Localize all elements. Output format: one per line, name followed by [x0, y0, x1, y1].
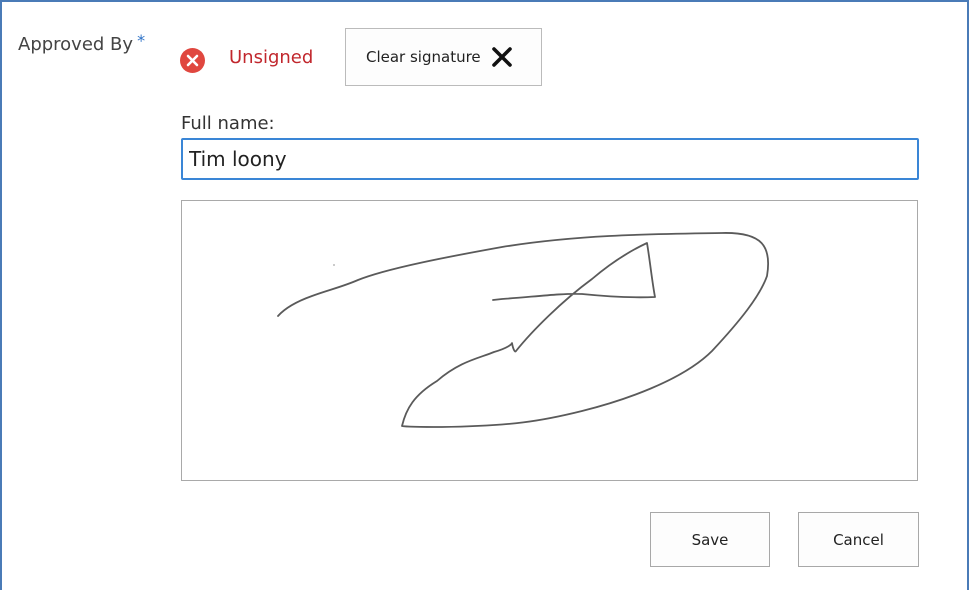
clear-signature-button[interactable]: Clear signature	[345, 28, 542, 86]
signature-pad[interactable]	[181, 200, 918, 481]
field-label-text: Approved By	[18, 34, 134, 55]
close-x-icon	[491, 46, 513, 68]
field-label: Approved By *	[18, 31, 146, 55]
clear-signature-label: Clear signature	[366, 48, 481, 66]
save-button[interactable]: Save	[650, 512, 770, 567]
signature-drawing	[277, 232, 769, 428]
full-name-input[interactable]	[181, 138, 919, 180]
full-name-label: Full name:	[181, 113, 275, 134]
required-marker: *	[137, 31, 146, 50]
error-x-icon	[180, 48, 205, 73]
cancel-button[interactable]: Cancel	[798, 512, 919, 567]
signature-status: Unsigned	[229, 47, 314, 68]
